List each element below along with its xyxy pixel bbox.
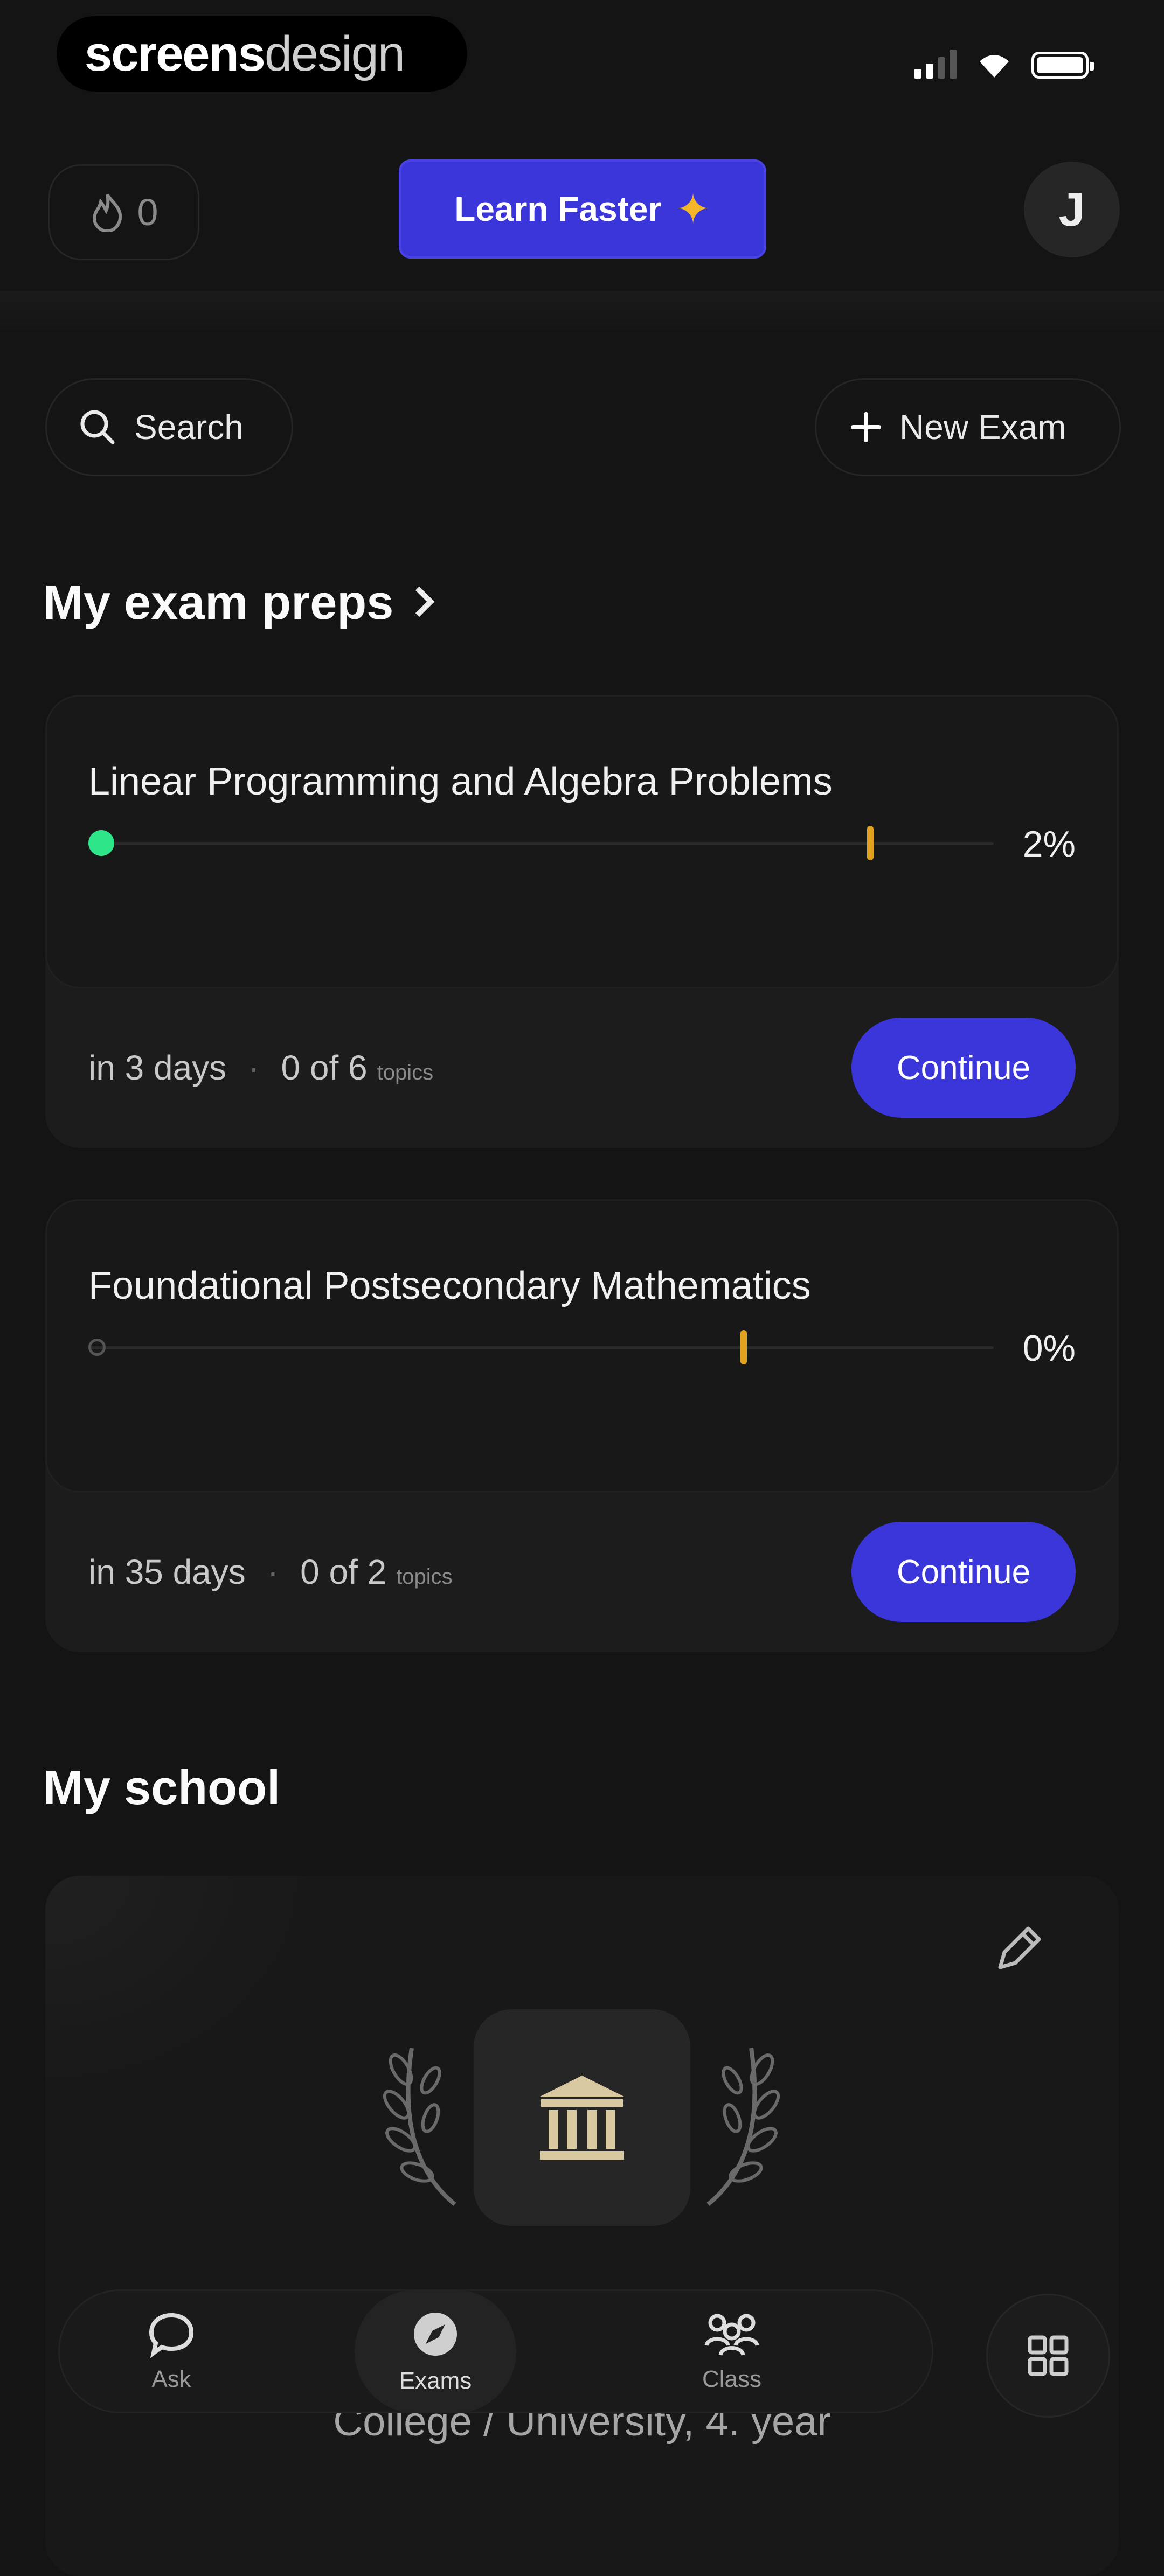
new-exam-label: New Exam (899, 408, 1066, 447)
brand-text-screens: screens (85, 26, 266, 81)
progress-track (88, 821, 994, 865)
chat-bubble-icon (149, 2313, 194, 2358)
chevron-right-icon (404, 586, 435, 617)
exam-meta: in 3 days · 0 of 6 topics (88, 1048, 434, 1087)
exam-card-footer: in 35 days · 0 of 2 topics Continue (45, 1493, 1119, 1652)
school-card[interactable]: College / University, 4. year (45, 1876, 1119, 2576)
avatar-initial: J (1058, 183, 1085, 236)
nav-label-ask: Ask (151, 2366, 191, 2392)
exam-title: Linear Programming and Algebra Problems (88, 760, 833, 803)
progress-start-dot (88, 1339, 106, 1356)
bottom-nav: Ask Exams Class (58, 2289, 933, 2413)
brand-logo: screens design (57, 16, 467, 92)
exam-preps-heading[interactable]: My exam preps (43, 575, 435, 631)
sparkle-icon: ✦ (675, 185, 711, 233)
topics-count: 0 of 2 (300, 1552, 387, 1591)
signal-icon (914, 48, 957, 79)
nav-label-exams: Exams (399, 2368, 472, 2394)
grid-menu-button[interactable] (986, 2294, 1110, 2418)
nav-item-exams[interactable]: Exams (355, 2289, 516, 2413)
new-exam-button[interactable]: New Exam (815, 378, 1121, 476)
progress-track (88, 1326, 994, 1369)
exam-card[interactable]: Linear Programming and Algebra Problems … (45, 695, 1119, 1148)
exam-title: Foundational Postsecondary Mathematics (88, 1264, 811, 1307)
target-marker (740, 1330, 747, 1364)
nav-label-class: Class (702, 2366, 762, 2392)
compass-icon (414, 2313, 457, 2356)
battery-icon (1031, 52, 1094, 79)
nav-item-ask[interactable]: Ask (91, 2289, 252, 2413)
due-text: in 35 days (88, 1552, 246, 1591)
laurel-right-icon (706, 2048, 780, 2206)
pencil-icon[interactable] (989, 1919, 1049, 1978)
continue-button[interactable]: Continue (851, 1018, 1076, 1118)
nav-item-class[interactable]: Class (651, 2289, 813, 2413)
progress-percent: 2% (1022, 824, 1076, 865)
search-label: Search (134, 408, 244, 447)
progress-line (88, 842, 994, 845)
learn-faster-label: Learn Faster (454, 190, 662, 228)
curtain-decoration (45, 1876, 325, 2102)
flame-icon (92, 193, 122, 232)
exam-meta: in 35 days · 0 of 2 topics (88, 1552, 453, 1591)
exam-card-footer: in 3 days · 0 of 6 topics Continue (45, 988, 1119, 1148)
laurel-left-icon (383, 2048, 456, 2206)
exam-card-header: Linear Programming and Algebra Problems … (45, 695, 1119, 988)
avatar[interactable]: J (1024, 162, 1120, 257)
people-icon (704, 2314, 759, 2356)
progress-line (88, 1346, 994, 1349)
target-marker (867, 826, 874, 860)
progress-fill (88, 830, 114, 856)
wifi-icon (980, 55, 1009, 78)
streak-count: 0 (137, 191, 158, 233)
exam-preps-title: My exam preps (43, 576, 394, 630)
topics-word: topics (396, 1565, 453, 1589)
grid-icon (1028, 2335, 1069, 2376)
exam-card[interactable]: Foundational Postsecondary Mathematics 0… (45, 1199, 1119, 1652)
streak-counter[interactable]: 0 (48, 164, 199, 260)
topics-word: topics (377, 1061, 434, 1084)
learn-faster-button[interactable]: Learn Faster ✦ (399, 159, 766, 259)
plus-icon (851, 412, 881, 442)
search-icon (80, 410, 115, 444)
exam-card-header: Foundational Postsecondary Mathematics 0… (45, 1199, 1119, 1493)
brand-text-design: design (264, 26, 405, 81)
status-icons (914, 48, 1094, 79)
progress-percent: 0% (1022, 1328, 1076, 1369)
due-text: in 3 days (88, 1048, 227, 1087)
topics-count: 0 of 6 (281, 1048, 368, 1087)
school-heading: My school (43, 1761, 281, 1815)
school-tile (474, 2009, 690, 2226)
header-divider (0, 291, 1164, 334)
continue-button[interactable]: Continue (851, 1522, 1076, 1622)
search-button[interactable]: Search (45, 378, 293, 476)
institution-icon (539, 2076, 625, 2160)
